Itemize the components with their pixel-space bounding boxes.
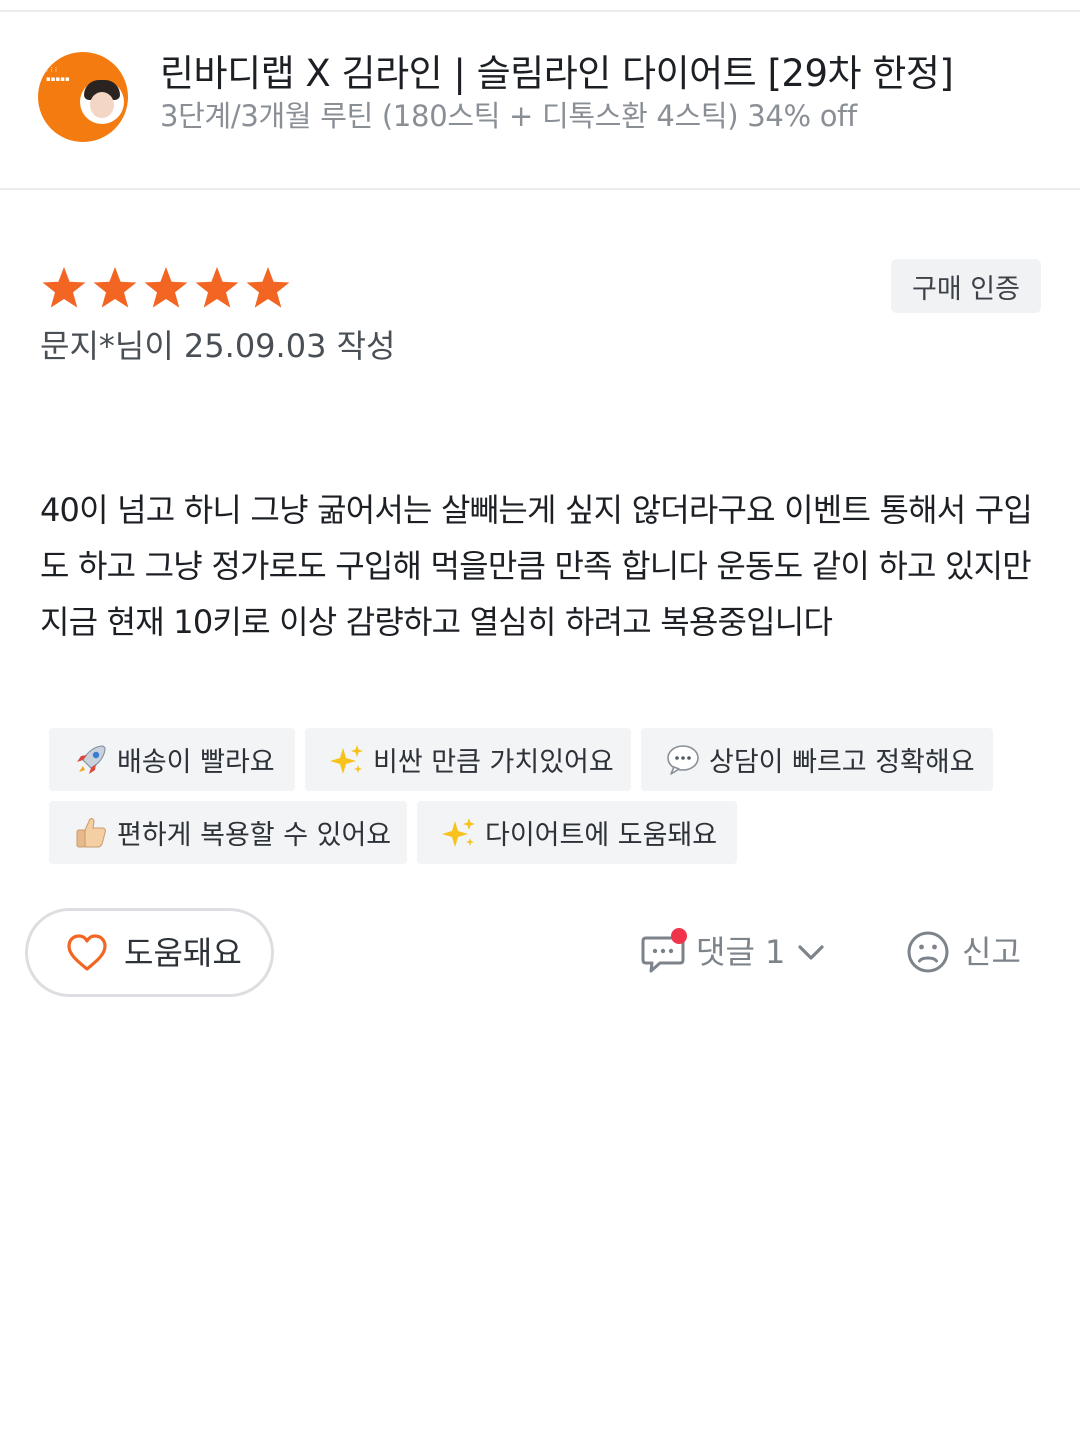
review-tag: 편하게 복용할 수 있어요 — [49, 801, 407, 864]
review-tag: 비싼 만큼 가치있어요 — [305, 728, 631, 791]
verified-purchase-badge: 구매 인증 — [891, 259, 1041, 313]
report-button[interactable]: 신고 — [904, 926, 1034, 978]
thumbs-up-icon — [76, 817, 106, 847]
review-tag: 다이어트에 도움돼요 — [417, 801, 737, 864]
review-tag-label: 상담이 빠르고 정확해요 — [709, 747, 975, 778]
heart-icon — [67, 934, 107, 971]
sparkles-icon — [330, 744, 363, 774]
product-thumbnail[interactable]: ⁝ ⁝ ⁝ ▪▪▪▪▪ — [38, 52, 128, 142]
star-icon — [144, 267, 188, 308]
chevron-down-icon — [798, 945, 824, 960]
sad-face-icon — [907, 931, 949, 973]
review-body-text: 40이 넘고 하니 그냥 굶어서는 살빼는게 싶지 않더라구요 이벤트 통해서 … — [40, 491, 1033, 641]
review-author-date: 문지*님이 25.09.03 작성 — [40, 327, 396, 365]
star-icon — [246, 267, 290, 308]
comments-label: 댓글 1 — [696, 933, 786, 971]
review-tag-label: 배송이 빨라요 — [117, 747, 275, 778]
new-comment-dot — [671, 928, 687, 944]
speech-bubble-icon — [667, 744, 699, 775]
star-icon — [195, 267, 239, 308]
section-divider — [0, 188, 1080, 190]
sparkles-icon — [442, 817, 475, 847]
review-tag-label: 비싼 만큼 가치있어요 — [373, 747, 614, 778]
rocket-icon — [77, 744, 106, 774]
product-subtitle: 3단계/3개월 루틴 (180스틱 + 디톡스환 4스틱) 34% off — [160, 99, 857, 133]
thumbnail-badge-graphic: ⁝ ⁝ ⁝ ▪▪▪▪▪ — [46, 66, 70, 83]
review-tag: 상담이 빠르고 정확해요 — [641, 728, 993, 791]
report-label: 신고 — [962, 933, 1021, 971]
comments-toggle[interactable]: 댓글 1 — [640, 920, 830, 986]
product-title[interactable]: 린바디랩 X 김라인 | 슬림라인 다이어트 [29차 한정] — [160, 52, 1060, 96]
star-icon — [93, 267, 137, 308]
star-icon — [42, 267, 86, 308]
review-tag: 배송이 빨라요 — [49, 728, 295, 791]
helpful-button[interactable]: 도움돼요 — [25, 908, 274, 997]
review-tag-label: 편하게 복용할 수 있어요 — [117, 820, 392, 851]
model-photo-face — [90, 92, 114, 118]
review-tag-label: 다이어트에 도움돼요 — [485, 820, 718, 851]
star-rating — [40, 264, 292, 312]
helpful-button-label: 도움돼요 — [124, 934, 242, 972]
